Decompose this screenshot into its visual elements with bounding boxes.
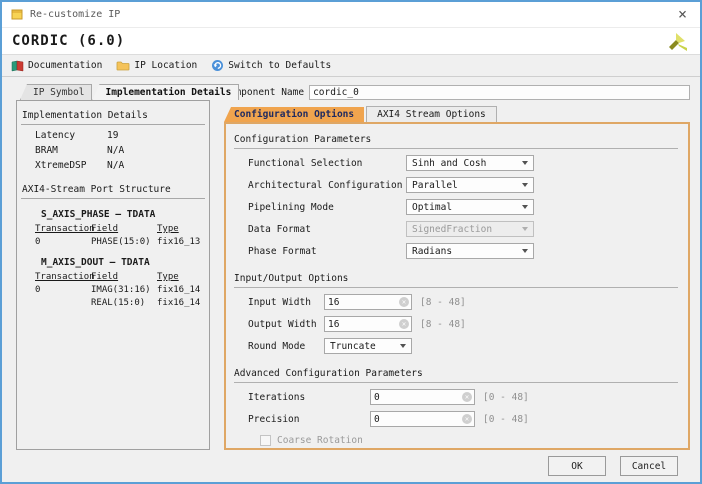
documentation-button[interactable]: Documentation — [11, 60, 102, 72]
clear-icon: ✕ — [462, 414, 472, 424]
implementation-details-panel: Implementation Details Latency 19 BRAM N… — [16, 100, 210, 450]
latency-value: 19 — [107, 130, 118, 141]
ip-location-button[interactable]: IP Location — [116, 60, 197, 71]
tab-implementation-details[interactable]: Implementation Details — [92, 84, 239, 100]
ip-title: CORDIC (6.0) — [12, 33, 125, 49]
title-bar: Re-customize IP × — [2, 2, 700, 28]
table-header: Transaction Field Type — [35, 272, 205, 282]
iterations-range: [0 - 48] — [483, 392, 529, 403]
functional-selection-select[interactable]: Sinh and Cosh — [406, 155, 534, 171]
tab-axi4-stream-options[interactable]: AXI4 Stream Options — [366, 106, 497, 122]
chevron-down-icon — [522, 205, 528, 209]
xtremedsp-value: N/A — [107, 160, 124, 171]
tab-configuration-options[interactable]: Configuration Options — [224, 107, 364, 122]
switch-to-defaults-label: Switch to Defaults — [228, 60, 331, 71]
window-title: Re-customize IP — [30, 9, 120, 20]
functional-selection-row: Functional Selection Sinh and Cosh — [248, 155, 678, 171]
chevron-down-icon — [522, 227, 528, 231]
chevron-down-icon — [522, 249, 528, 253]
phase-format-select[interactable]: Radians — [406, 243, 534, 259]
coarse-rotation-label: Coarse Rotation — [277, 435, 363, 446]
output-width-range: [8 - 48] — [420, 319, 466, 330]
footer: OK Cancel — [548, 456, 678, 476]
chevron-down-icon — [400, 344, 406, 348]
bram-value: N/A — [107, 145, 124, 156]
switch-to-defaults-button[interactable]: Switch to Defaults — [211, 59, 331, 72]
table-header: Transaction Field Type — [35, 224, 205, 234]
folder-icon — [116, 60, 130, 71]
pipelining-mode-row: Pipelining Mode Optimal — [248, 199, 678, 215]
phase-format-row: Phase Format Radians — [248, 243, 678, 259]
s-axis-phase-group: S_AXIS_PHASE — TDATA — [41, 209, 205, 220]
main-area: IP Symbol Implementation Details Impleme… — [2, 80, 700, 450]
right-tabs: Configuration Options AXI4 Stream Option… — [224, 105, 690, 122]
latency-row: Latency 19 — [35, 130, 205, 141]
chevron-down-icon — [522, 183, 528, 187]
clear-icon: ✕ — [399, 319, 409, 329]
io-options-title: Input/Output Options — [234, 271, 678, 288]
precision-row: Precision ✕ [0 - 48] — [248, 411, 678, 427]
xilinx-logo-icon — [666, 31, 688, 51]
data-format-row: Data Format SignedFraction — [248, 221, 678, 237]
tab-ip-symbol[interactable]: IP Symbol — [20, 84, 92, 100]
bram-row: BRAM N/A — [35, 145, 205, 156]
input-width-range: [8 - 48] — [420, 297, 466, 308]
data-format-select: SignedFraction — [406, 221, 534, 237]
right-panel: Component Name Configuration Options AXI… — [224, 84, 690, 450]
component-name-row: Component Name — [224, 84, 690, 100]
implementation-details-title: Implementation Details — [21, 109, 205, 125]
m-axis-dout-table: Transaction Field Type 0 IMAG(31:16) fix… — [35, 272, 205, 308]
coarse-rotation-row: Coarse Rotation — [260, 435, 678, 446]
clear-icon: ✕ — [399, 297, 409, 307]
precision-field[interactable] — [370, 411, 475, 427]
round-mode-select[interactable]: Truncate — [324, 338, 412, 354]
round-mode-row: Round Mode Truncate — [248, 338, 678, 354]
toolbar: Documentation IP Location Switch to Defa… — [2, 54, 700, 77]
pipelining-mode-select[interactable]: Optimal — [406, 199, 534, 215]
ip-header: CORDIC (6.0) — [2, 28, 700, 54]
configuration-parameters-title: Configuration Parameters — [234, 132, 678, 149]
iterations-row: Iterations ✕ [0 - 48] — [248, 389, 678, 405]
left-panel: IP Symbol Implementation Details Impleme… — [16, 84, 210, 450]
configuration-options-panel: Configuration Parameters Functional Sele… — [224, 122, 690, 450]
window-icon — [11, 8, 24, 21]
documentation-label: Documentation — [28, 60, 102, 71]
m-axis-dout-group: M_AXIS_DOUT — TDATA — [41, 257, 205, 268]
ip-location-label: IP Location — [134, 60, 197, 71]
coarse-rotation-checkbox — [260, 435, 271, 446]
output-width-row: Output Width ✕ [8 - 48] — [248, 316, 678, 332]
clear-icon: ✕ — [462, 392, 472, 402]
component-name-input[interactable] — [309, 85, 690, 100]
refresh-icon — [211, 59, 224, 72]
recustomize-ip-dialog: Re-customize IP × CORDIC (6.0) Documenta… — [0, 0, 702, 484]
xtremedsp-row: XtremeDSP N/A — [35, 160, 205, 171]
table-row: 0 IMAG(31:16) fix16_14 — [35, 285, 205, 295]
table-row: REAL(15:0) fix16_14 — [35, 298, 205, 308]
precision-range: [0 - 48] — [483, 414, 529, 425]
s-axis-phase-table: Transaction Field Type 0 PHASE(15:0) fix… — [35, 224, 205, 247]
chevron-down-icon — [522, 161, 528, 165]
left-tabs: IP Symbol Implementation Details — [20, 84, 210, 100]
documentation-icon — [11, 60, 24, 72]
iterations-field[interactable] — [370, 389, 475, 405]
table-row: 0 PHASE(15:0) fix16_13 — [35, 237, 205, 247]
architectural-configuration-select[interactable]: Parallel — [406, 177, 534, 193]
advanced-parameters-title: Advanced Configuration Parameters — [234, 366, 678, 383]
ok-button[interactable]: OK — [548, 456, 606, 476]
close-button[interactable]: × — [674, 7, 691, 22]
port-structure-title: AXI4-Stream Port Structure — [21, 183, 205, 199]
cancel-button[interactable]: Cancel — [620, 456, 678, 476]
architectural-configuration-row: Architectural Configuration Parallel — [248, 177, 678, 193]
input-width-row: Input Width ✕ [8 - 48] — [248, 294, 678, 310]
